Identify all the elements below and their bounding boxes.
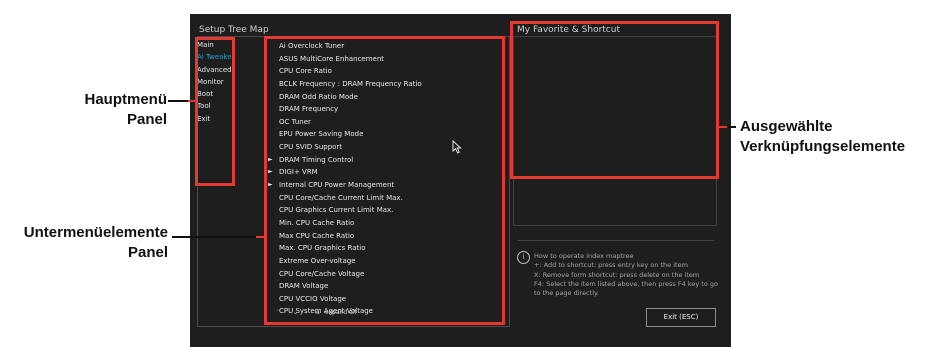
favorites-callout: Ausgewählte Verknüpfungselemente — [740, 117, 934, 157]
setup-tree-map-title: Setup Tree Map — [199, 25, 269, 35]
callout-text: Hauptmenü — [84, 91, 168, 108]
info-line: +: Add to shortcut: press entry key on t… — [534, 261, 688, 270]
callout-line-submenu — [172, 236, 256, 238]
favorites-highlight — [510, 21, 719, 179]
submenu-callout: Untermenüelemente Panel — [4, 223, 168, 263]
callout-line-main — [168, 100, 188, 102]
callout-line-main-red — [188, 100, 196, 102]
callout-text: Panel — [126, 111, 167, 128]
info-icon: i — [517, 251, 530, 264]
submenu-highlight — [264, 36, 505, 325]
info-help-text: How to operate index maptree +: Add to s… — [534, 252, 724, 298]
info-line: How to operate index maptree — [534, 252, 634, 260]
callout-text: Panel — [127, 244, 168, 261]
exit-button[interactable]: Exit (ESC) — [646, 308, 716, 327]
callout-line-submenu-red — [256, 236, 265, 238]
callout-text: Ausgewählte — [740, 118, 833, 135]
info-line: F4: Select the item listed above, then p… — [534, 279, 718, 298]
info-line: X: Remove form shortcut: press delete on… — [534, 270, 700, 279]
main-menu-highlight — [195, 37, 235, 186]
divider — [517, 240, 714, 241]
callout-line-favorites — [727, 126, 736, 128]
main-menu-callout: Hauptmenü Panel — [79, 90, 168, 130]
callout-text: Verknüpfungselemente — [740, 138, 906, 155]
callout-line-favorites-red — [719, 126, 727, 128]
callout-text: Untermenüelemente — [23, 224, 168, 241]
